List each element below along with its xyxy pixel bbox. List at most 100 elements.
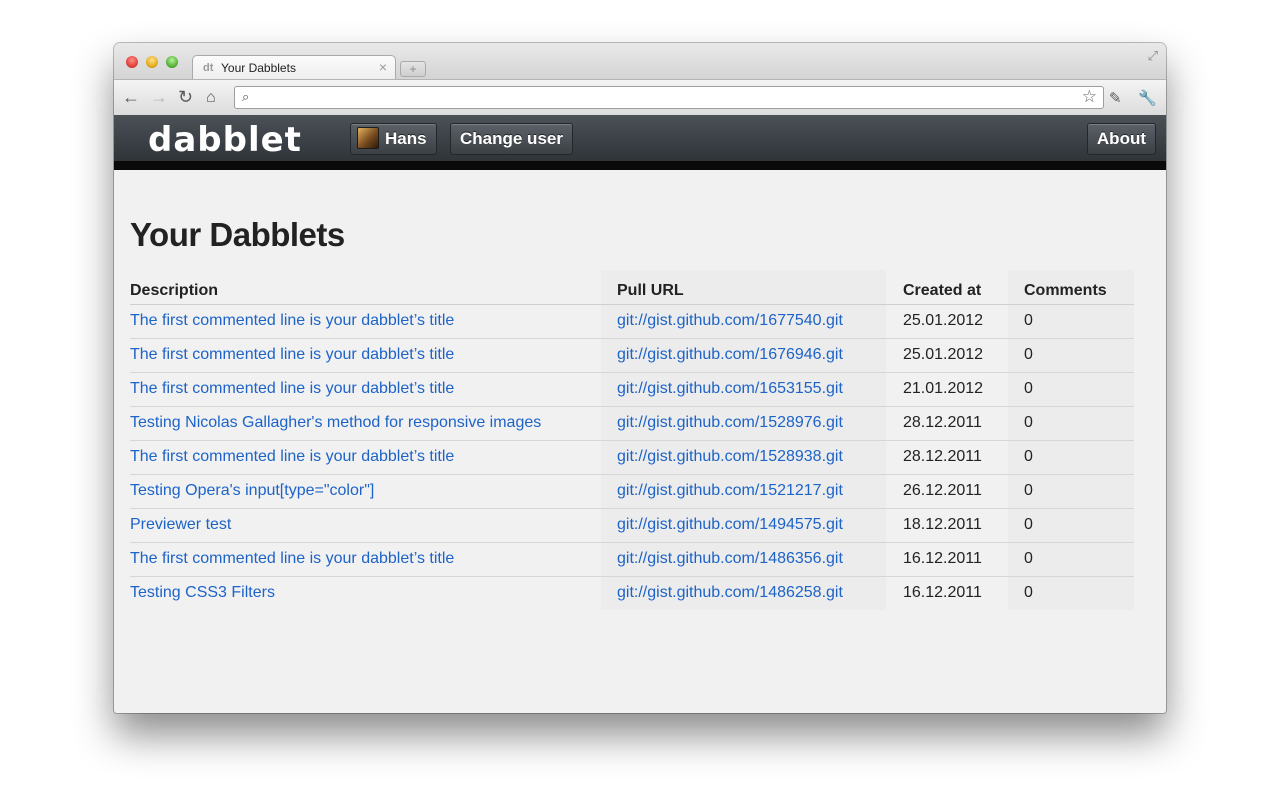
dabblet-title-link[interactable]: Previewer test — [130, 516, 231, 533]
comments-count-cell: 0 — [1008, 406, 1134, 441]
home-icon[interactable]: ⌂ — [206, 88, 216, 108]
avatar — [357, 127, 379, 150]
pull-url-cell: git://gist.github.com/1653155.git — [601, 372, 886, 407]
description-cell: Previewer test — [130, 508, 601, 543]
comments-count-cell: 0 — [1008, 372, 1134, 407]
pull-url-link[interactable]: git://gist.github.com/1494575.git — [617, 516, 843, 533]
pull-url-link[interactable]: git://gist.github.com/1486258.git — [617, 584, 843, 601]
dabblet-title-link[interactable]: Testing CSS3 Filters — [130, 584, 275, 601]
description-cell: The first commented line is your dabblet… — [130, 372, 601, 407]
comments-count-cell: 0 — [1008, 474, 1134, 509]
created-at-cell: 16.12.2011 — [886, 542, 1008, 577]
user-button[interactable]: Hans — [350, 123, 437, 155]
tab-strip: dt Your Dabblets × + ⤢ — [114, 43, 1166, 80]
table-body: The first commented line is your dabblet… — [130, 304, 1134, 610]
dabblet-title-link[interactable]: The first commented line is your dabblet… — [130, 448, 454, 465]
description-cell: The first commented line is your dabblet… — [130, 542, 601, 577]
tab-your-dabblets[interactable]: dt Your Dabblets × — [192, 55, 396, 80]
pull-url-cell: git://gist.github.com/1521217.git — [601, 474, 886, 509]
table-row: The first commented line is your dabblet… — [130, 440, 1134, 475]
comments-count-cell: 0 — [1008, 304, 1134, 339]
browser-toolbar: ← → ↻ ⌂ ⌕ ☆ ✎ 🔧 — [114, 79, 1166, 115]
back-icon[interactable]: ← — [122, 87, 140, 107]
table-header-row: Description Pull URL Created at Comments — [130, 270, 1134, 305]
dabblet-title-link[interactable]: The first commented line is your dabblet… — [130, 312, 454, 329]
dabblet-title-link[interactable]: Testing Opera's input[type="color"] — [130, 482, 374, 499]
about-button[interactable]: About — [1086, 123, 1156, 155]
created-at-cell: 21.01.2012 — [886, 372, 1008, 407]
change-user-button[interactable]: Change user — [450, 123, 573, 155]
main-content: Your Dabblets Description Pull URL Creat… — [114, 170, 1166, 713]
pull-url-cell: git://gist.github.com/1676946.git — [601, 338, 886, 373]
address-bar[interactable]: ⌕ ☆ — [234, 86, 1104, 109]
pull-url-link[interactable]: git://gist.github.com/1653155.git — [617, 380, 843, 397]
created-at-cell: 16.12.2011 — [903, 584, 982, 602]
created-at-cell: 25.01.2012 — [886, 338, 1008, 373]
table-row: Testing Nicolas Gallagher's method for r… — [130, 406, 1134, 441]
description-cell: Testing Nicolas Gallagher's method for r… — [130, 406, 601, 441]
description-cell: The first commented line is your dabblet… — [130, 338, 601, 373]
favicon-icon: dt — [203, 62, 214, 74]
table-row: Previewer test git://gist.github.com/1494… — [130, 508, 1134, 543]
table-row: The first commented line is your dabblet… — [130, 304, 1134, 339]
table-row: The first commented line is your dabblet… — [130, 338, 1134, 373]
reload-icon[interactable]: ↻ — [178, 87, 193, 107]
address-input[interactable] — [259, 88, 1059, 107]
page-title: Your Dabblets — [130, 216, 345, 253]
pull-url-cell: git://gist.github.com/1528938.git — [601, 440, 886, 475]
minimize-window-button[interactable] — [146, 56, 158, 68]
dabblet-title-link[interactable]: The first commented line is your dabblet… — [130, 380, 454, 397]
pull-url-cell: git://gist.github.com/1528976.git — [601, 406, 886, 441]
description-cell: The first commented line is your dabblet… — [130, 304, 601, 339]
pull-url-cell: git://gist.github.com/1486258.git — [601, 576, 886, 610]
comments-count-cell: 0 — [1008, 338, 1134, 373]
comments-count-cell: 0 — [1008, 542, 1134, 577]
pull-url-link[interactable]: git://gist.github.com/1528976.git — [617, 414, 843, 431]
description-cell: Testing Opera's input[type="color"] — [130, 474, 601, 509]
pull-url-link[interactable]: git://gist.github.com/1486356.git — [617, 550, 843, 567]
created-at-cell: 28.12.2011 — [886, 440, 1008, 475]
pull-url-link[interactable]: git://gist.github.com/1677540.git — [617, 312, 843, 329]
extension-icon[interactable]: ✎ — [1109, 89, 1122, 109]
column-header-description: Description — [130, 270, 601, 305]
dabblet-title-link[interactable]: The first commented line is your dabblet… — [130, 346, 454, 363]
table-row: The first commented line is your dabblet… — [130, 372, 1134, 407]
forward-icon[interactable]: → — [150, 87, 168, 107]
comments-count-cell: 0 — [1008, 440, 1134, 475]
created-at-cell: 25.01.2012 — [886, 304, 1008, 339]
close-tab-icon[interactable]: × — [379, 59, 387, 75]
fullscreen-icon[interactable]: ⤢ — [1148, 48, 1158, 64]
dabblets-table: Description Pull URL Created at Comments… — [130, 270, 1134, 610]
search-icon: ⌕ — [242, 89, 250, 104]
pull-url-link[interactable]: git://gist.github.com/1676946.git — [617, 346, 843, 363]
table-row: The first commented line is your dabblet… — [130, 542, 1134, 577]
pull-url-cell: git://gist.github.com/1494575.git — [601, 508, 886, 543]
dabblet-logo[interactable]: dabblet — [148, 120, 302, 160]
new-tab-button[interactable]: + — [400, 61, 426, 77]
site-header: dabblet Hans Change user About — [114, 115, 1166, 170]
description-cell: The first commented line is your dabblet… — [130, 440, 601, 475]
pull-url-link[interactable]: git://gist.github.com/1521217.git — [617, 482, 843, 499]
comments-count-cell: 0 — [1008, 508, 1134, 543]
column-header-created-at: Created at — [886, 270, 1008, 305]
description-cell: Testing CSS3 Filters — [130, 576, 601, 610]
pull-url-cell: git://gist.github.com/1677540.git — [601, 304, 886, 339]
created-at-cell: 18.12.2011 — [886, 508, 1008, 543]
table-row: Testing CSS3 Filters git://gist.github.co… — [130, 576, 1134, 610]
zoom-window-button[interactable] — [166, 56, 178, 68]
browser-window: dt Your Dabblets × + ⤢ ← → ↻ ⌂ ⌕ ☆ ✎ 🔧 d… — [114, 43, 1166, 713]
pull-url-link[interactable]: git://gist.github.com/1528938.git — [617, 448, 843, 465]
created-at-cell: 28.12.2011 — [886, 406, 1008, 441]
user-name: Hans — [385, 129, 427, 148]
close-window-button[interactable] — [126, 56, 138, 68]
wrench-icon[interactable]: 🔧 — [1138, 89, 1157, 109]
column-header-pull-url: Pull URL — [601, 270, 886, 305]
table-row: Testing Opera's input[type="color"] git:/… — [130, 474, 1134, 509]
star-icon[interactable]: ☆ — [1082, 87, 1097, 107]
pull-url-cell: git://gist.github.com/1486356.git — [601, 542, 886, 577]
dabblet-title-link[interactable]: The first commented line is your dabblet… — [130, 550, 454, 567]
dabblet-title-link[interactable]: Testing Nicolas Gallagher's method for r… — [130, 414, 541, 431]
tab-title: Your Dabblets — [221, 61, 296, 75]
created-at-cell: 26.12.2011 — [886, 474, 1008, 509]
column-header-comments: Comments — [1008, 270, 1134, 305]
